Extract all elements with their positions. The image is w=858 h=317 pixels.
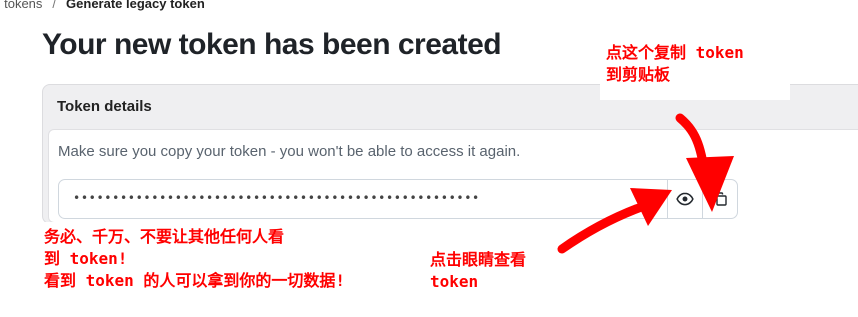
copy-hint-annotation: 点这个复制 token 到剪贴板 xyxy=(606,42,744,86)
annotation-line: 点击眼睛查看 xyxy=(430,250,527,269)
annotation-line: token xyxy=(430,272,479,291)
warning-annotation: 务必、千万、不要让其他任何人看 到 token! 看到 token 的人可以拿到… xyxy=(44,226,345,292)
arrow-head-copy xyxy=(686,156,734,212)
annotation-line: 点这个复制 token xyxy=(606,43,744,62)
annotation-line: 到 token! xyxy=(44,249,128,268)
annotation-line: 务必、千万、不要让其他任何人看 xyxy=(44,227,285,246)
annotation-line: 到剪贴板 xyxy=(606,65,671,84)
annotation-line: 看到 token 的人可以拿到你的一切数据! xyxy=(44,271,346,290)
view-hint-annotation: 点击眼睛查看 token xyxy=(430,249,526,293)
